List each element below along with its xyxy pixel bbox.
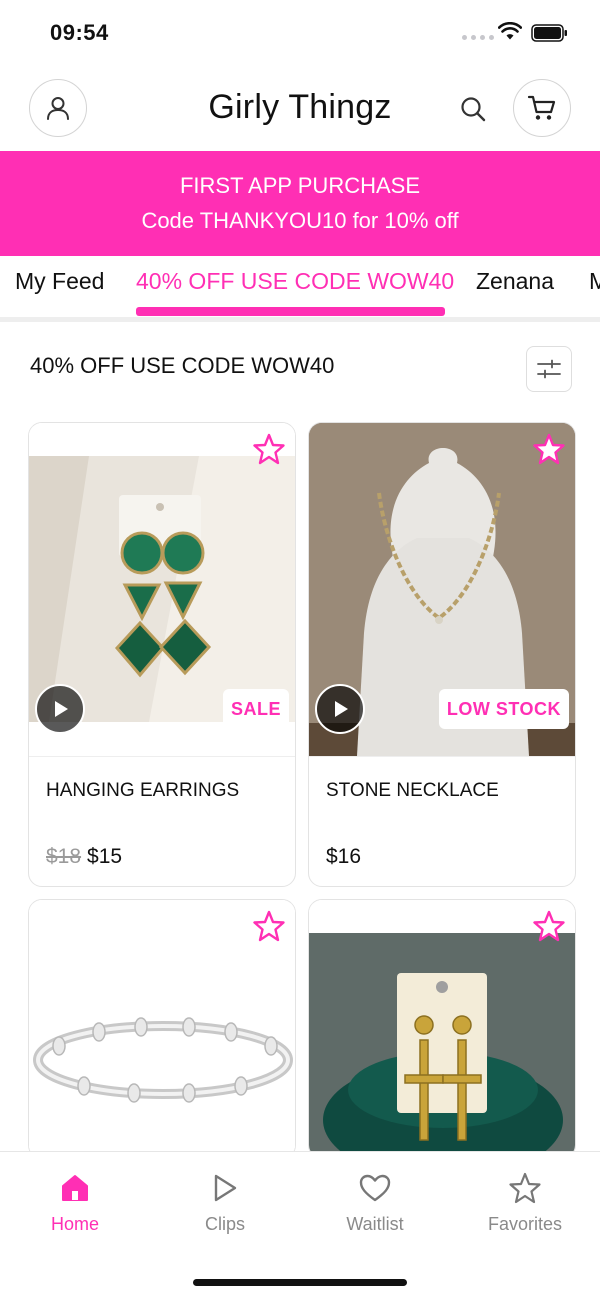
favorite-star-button[interactable]: [251, 908, 287, 944]
wifi-icon: [498, 22, 522, 40]
star-icon: [505, 1168, 545, 1208]
star-outline-icon: [253, 433, 285, 465]
sale-price: $15: [87, 845, 123, 868]
active-tab-indicator: [136, 307, 445, 316]
status-time: 09:54: [50, 20, 109, 45]
category-tabs: My Feed 40% OFF USE CODE WOW40 Zenana M: [0, 256, 600, 322]
search-button[interactable]: [456, 92, 490, 126]
card-divider: [309, 756, 575, 757]
tab-my-feed[interactable]: My Feed: [15, 268, 104, 295]
section-title: 40% OFF USE CODE WOW40: [30, 353, 335, 378]
status-bar: 09:54: [0, 0, 600, 66]
product-name: STONE NECKLACE: [326, 780, 499, 801]
favorite-star-button[interactable]: [251, 431, 287, 467]
low-stock-badge: LOW STOCK: [438, 689, 569, 729]
bottom-tab-bar: Home Clips Waitlist Favorites: [0, 1151, 600, 1299]
sliders-icon: [537, 359, 561, 379]
card-divider: [29, 756, 295, 757]
tab-next-partial[interactable]: M: [589, 268, 600, 295]
price-row: $16: [326, 845, 361, 869]
tab-clips[interactable]: Clips: [150, 1152, 300, 1252]
tab-wow40-sale[interactable]: 40% OFF USE CODE WOW40: [136, 268, 454, 295]
tab-home[interactable]: Home: [0, 1152, 150, 1252]
price-row: $18 $15: [46, 845, 122, 869]
original-price: $18: [46, 845, 82, 868]
play-outline-icon: [205, 1168, 245, 1208]
home-icon: [55, 1168, 95, 1208]
app-title: Girly Thingz: [208, 88, 392, 126]
tab-favorites-label: Favorites: [487, 1214, 563, 1234]
tab-home-label: Home: [50, 1214, 99, 1234]
sale-badge: SALE: [222, 689, 289, 729]
product-image[interactable]: SALE: [29, 423, 295, 756]
home-indicator: [193, 1279, 407, 1286]
promo-title: FIRST APP PURCHASE: [179, 173, 421, 198]
play-icon: [335, 701, 348, 717]
star-outline-icon: [533, 910, 565, 942]
product-card[interactable]: [28, 899, 296, 1159]
price: $16: [326, 845, 362, 868]
tab-zenana[interactable]: Zenana: [476, 268, 554, 295]
tab-clips-label: Clips: [204, 1214, 245, 1234]
star-outline-icon: [533, 433, 565, 465]
product-card[interactable]: SALE HANGING EARRINGS $18 $15: [28, 422, 296, 887]
app-header: Girly Thingz: [0, 66, 600, 151]
filter-button[interactable]: [526, 346, 572, 392]
cart-icon: [527, 95, 556, 120]
star-outline-icon: [253, 910, 285, 942]
promo-banner[interactable]: FIRST APP PURCHASE Code THANKYOU10 for 1…: [0, 151, 600, 256]
promo-code-text: Code THANKYOU10 for 10% off: [141, 208, 459, 233]
product-image[interactable]: [309, 900, 575, 1158]
product-card[interactable]: LOW STOCK STONE NECKLACE $16: [308, 422, 576, 887]
cart-button[interactable]: [513, 79, 571, 137]
signal-dots-icon: [462, 35, 494, 40]
product-card[interactable]: [308, 899, 576, 1159]
play-icon: [55, 701, 68, 717]
product-name: HANGING EARRINGS: [46, 780, 240, 801]
favorite-star-button[interactable]: [531, 908, 567, 944]
play-video-button[interactable]: [35, 684, 85, 734]
heart-icon: [355, 1168, 395, 1208]
product-image[interactable]: LOW STOCK: [309, 423, 575, 756]
favorite-star-button[interactable]: [531, 431, 567, 467]
tab-waitlist-label: Waitlist: [346, 1214, 404, 1234]
battery-icon: [531, 24, 567, 42]
tab-favorites[interactable]: Favorites: [450, 1152, 600, 1252]
play-video-button[interactable]: [315, 684, 365, 734]
search-icon: [461, 97, 486, 122]
product-image[interactable]: [29, 900, 295, 1158]
tab-waitlist[interactable]: Waitlist: [300, 1152, 450, 1252]
